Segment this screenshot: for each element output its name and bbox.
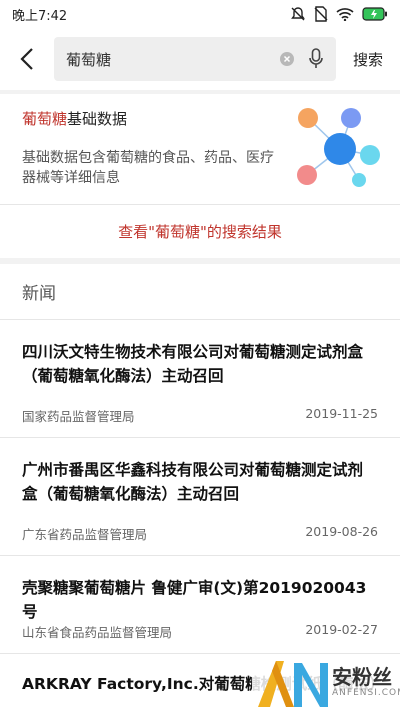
- watermark-subtext: ANFENSI.COM: [332, 688, 400, 698]
- search-input[interactable]: 葡萄糖: [54, 37, 336, 81]
- clear-icon[interactable]: [276, 48, 298, 70]
- news-item[interactable]: 四川沃文特生物技术有限公司对葡萄糖测定试剂盒（葡萄糖氧化酶法）主动召回 国家药品…: [0, 320, 400, 438]
- news-title: 壳聚糖聚葡萄糖片 鲁健广审(文)第2019020043号: [22, 579, 367, 621]
- back-arrow-icon: [20, 48, 33, 70]
- news-item[interactable]: 广州市番禺区华鑫科技有限公司对葡萄糖测定试剂盒（葡萄糖氧化酶法）主动召回 广东省…: [0, 438, 400, 556]
- news-header: 新闻: [0, 264, 400, 320]
- basic-data-title[interactable]: 葡萄糖基础数据: [22, 108, 127, 129]
- news-source: 国家药品监督管理局: [22, 409, 135, 424]
- basic-title-suffix: 基础数据: [67, 110, 128, 128]
- news-item[interactable]: 壳聚糖聚葡萄糖片 鲁健广审(文)第2019020043号 山东省食品药品监督管理…: [0, 556, 400, 654]
- view-search-results-link[interactable]: 查看"葡萄糖"的搜索结果: [0, 205, 400, 258]
- news-title: 四川沃文特生物技术有限公司对葡萄糖测定试剂盒（葡萄糖氧化酶法）主动召回: [22, 343, 364, 385]
- news-meta: 广东省药品监督管理局 2019-08-26: [22, 524, 378, 543]
- watermark: 安粉丝 ANFENSI.COM: [252, 655, 400, 711]
- news-meta: 国家药品监督管理局 2019-11-25: [22, 406, 378, 425]
- mute-icon: [290, 6, 306, 22]
- battery-icon: [362, 7, 388, 21]
- news-source: 山东省食品药品监督管理局: [22, 625, 173, 640]
- microphone-icon[interactable]: [306, 47, 326, 71]
- search-query: 葡萄糖: [66, 50, 112, 69]
- back-button[interactable]: [0, 28, 54, 90]
- news-date: 2019-08-26: [305, 524, 378, 539]
- news-section: 新闻 四川沃文特生物技术有限公司对葡萄糖测定试剂盒（葡萄糖氧化酶法）主动召回 国…: [0, 264, 400, 711]
- wifi-icon: [336, 7, 354, 21]
- search-button[interactable]: 搜索: [336, 49, 400, 70]
- news-title: 广州市番禺区华鑫科技有限公司对葡萄糖测定试剂盒（葡萄糖氧化酶法）主动召回: [22, 461, 364, 503]
- basic-data-description: 基础数据包含葡萄糖的食品、药品、医疗器械等详细信息: [22, 150, 274, 186]
- sim-off-icon: [314, 6, 328, 22]
- news-meta: 山东省食品药品监督管理局 2019-02-27: [22, 622, 378, 641]
- news-source: 广东省药品监督管理局: [22, 527, 148, 542]
- status-icons: [290, 6, 388, 22]
- basic-keyword: 葡萄糖: [22, 110, 68, 128]
- watermark-logo-icon: [258, 661, 328, 707]
- watermark-text: 安粉丝: [332, 665, 392, 689]
- news-date: 2019-02-27: [305, 622, 378, 637]
- status-bar: 晚上7:42: [0, 0, 400, 28]
- search-bar: 葡萄糖 搜索: [0, 28, 400, 90]
- network-graph-icon: [297, 108, 380, 187]
- news-date: 2019-11-25: [305, 406, 378, 421]
- basic-data-card: 葡萄糖基础数据 基础数据包含葡萄糖的食品、药品、医疗器械等详细信息 查看"葡萄糖…: [0, 94, 400, 258]
- status-time: 晚上7:42: [12, 8, 68, 24]
